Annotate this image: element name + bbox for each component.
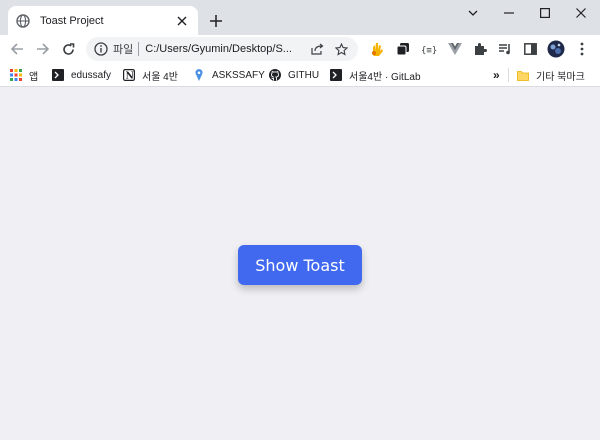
extension-vue-icon[interactable] [444,38,466,60]
bookmark-edussafy[interactable]: edussafy [52,67,111,83]
bookmark-label: edussafy [71,69,112,81]
svg-text:{≡}: {≡} [421,46,437,55]
tab-strip: Toast Project [0,0,600,35]
extension-hand-icon[interactable] [366,38,388,60]
terminal-icon [52,69,64,81]
minimize-button[interactable] [491,0,527,26]
extension-copy-icon[interactable] [392,38,414,60]
github-icon [269,69,281,81]
bookmark-github[interactable]: GITHU [269,67,319,83]
star-icon[interactable] [332,40,350,58]
notion-icon: N [123,69,135,81]
svg-text:N: N [126,72,134,81]
bookmarks-divider [508,68,509,82]
bookmark-label: GITHU [288,69,320,81]
bookmark-label: 앱 [29,71,39,83]
apps-grid-icon [10,69,22,81]
new-tab-button[interactable] [205,10,227,32]
browser-tab[interactable]: Toast Project [8,6,198,35]
reload-icon[interactable] [57,38,79,60]
bookmark-label: ASKSSAFY [212,69,265,81]
bookmark-other-folder[interactable]: 기타 북마크 [517,67,585,83]
share-icon[interactable] [308,40,326,58]
address-bar[interactable]: 파일 C:/Users/Gyumin/Desktop/S... [86,37,358,61]
more-menu-icon[interactable] [571,38,593,60]
bookmark-askssafy[interactable]: ASKSSAFY [193,67,265,83]
side-panel-icon[interactable] [519,38,541,60]
bookmark-overflow-button[interactable]: » [493,67,500,83]
media-playlist-icon[interactable] [494,38,516,60]
bookmark-apps[interactable]: 앱 [10,67,38,83]
close-window-button[interactable] [563,0,599,26]
divider [138,42,140,56]
bookmark-label: 서울4반 · GitLab [349,71,421,83]
url-text[interactable]: C:/Users/Gyumin/Desktop/S... [145,43,302,55]
page-content: Show Toast [0,88,600,440]
tab-search-icon[interactable] [455,0,491,26]
bookmark-label: 기타 북마크 [536,71,585,83]
maximize-button[interactable] [527,0,563,26]
extension-json-icon[interactable]: {≡} [418,38,440,60]
terminal-icon [330,69,342,81]
bookmark-gitlab[interactable]: 서울4반 · GitLab [330,67,421,83]
info-icon[interactable] [94,42,108,56]
folder-icon [517,69,529,81]
tab-title: Toast Project [40,14,104,27]
file-scheme-label: 파일 [113,44,134,56]
browser-toolbar: 파일 C:/Users/Gyumin/Desktop/S... {≡} [0,35,600,63]
close-tab-icon[interactable] [174,13,190,29]
bookmarks-bar: 앱 edussafy N 서울 4반 ASKSSAFY GITHU 서울4반 ·… [0,63,600,87]
forward-arrow-icon[interactable] [31,38,53,60]
profile-avatar[interactable] [545,38,567,60]
puzzle-extensions-icon[interactable] [469,38,491,60]
back-arrow-icon[interactable] [6,38,28,60]
globe-icon [16,13,30,28]
bookmark-label: 서울 4반 [142,71,178,83]
pin-icon [193,69,205,81]
bookmark-seoul-4ban[interactable]: N 서울 4반 [123,67,178,83]
show-toast-button[interactable]: Show Toast [238,245,362,285]
